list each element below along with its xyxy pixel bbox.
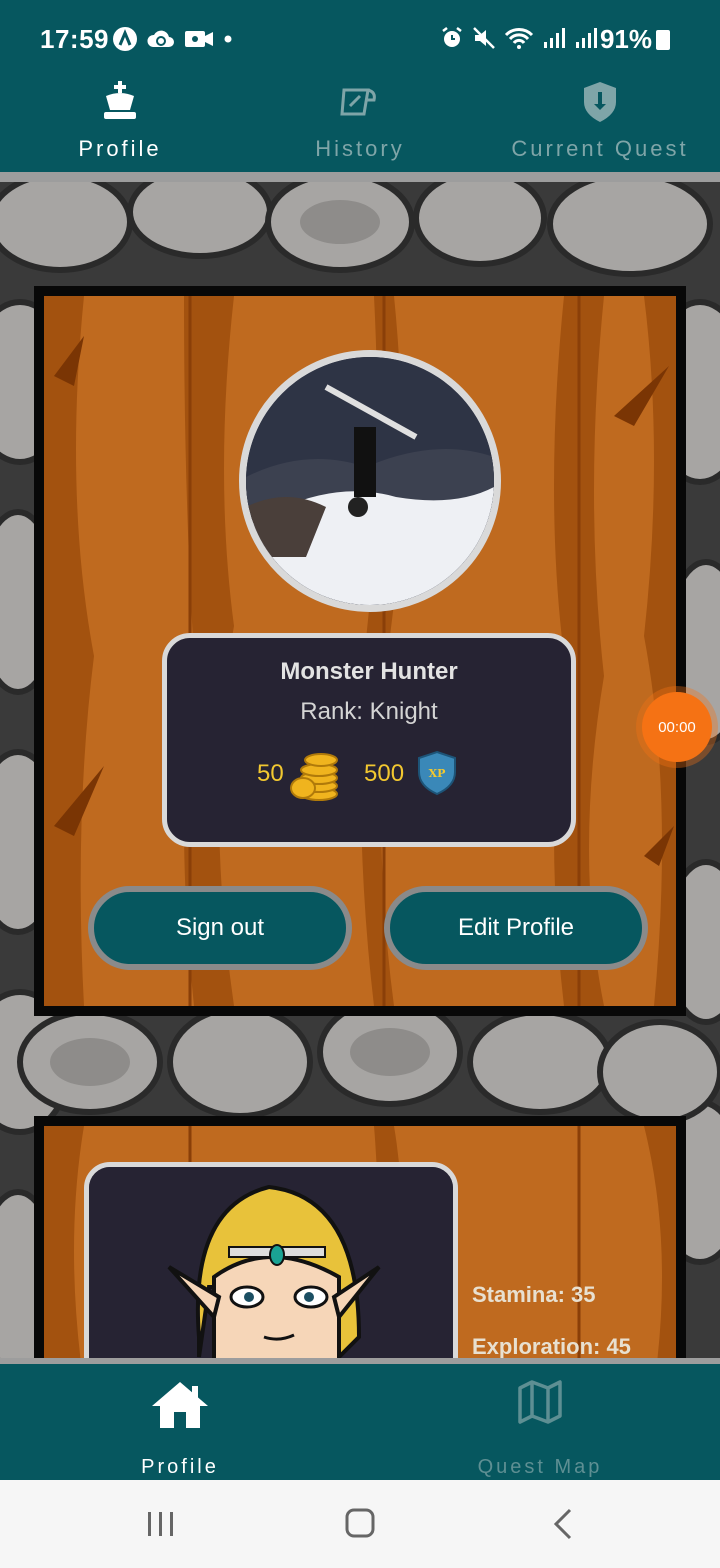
tab-profile-label: Profile [78,136,162,161]
avatar[interactable] [239,350,501,612]
map-icon [518,1380,562,1424]
profile-info-panel: Monster Hunter Rank: Knight 50 500 XP [162,633,576,847]
xp-shield-icon: XP [418,750,456,796]
home-icon [152,1382,208,1428]
video-camera-icon [185,31,213,47]
tab-current-quest-label: Current Quest [511,136,689,161]
coin-count: 50 [257,760,284,787]
chess-king-icon [104,81,136,119]
back-icon[interactable] [534,1502,594,1546]
bottom-nav-profile[interactable]: Profile [0,1364,360,1480]
stat-exploration: Exploration: 45 [472,1334,631,1358]
recent-apps-icon[interactable] [130,1502,190,1546]
app-screen: 17:59 91% Profile History Current Quest … [0,0,720,1568]
notification-dot-icon [224,35,232,43]
battery-percent: 91% [599,24,652,54]
bottom-navigation: Profile Quest Map [0,1358,720,1480]
sign-out-label: Sign out [175,914,265,941]
tab-current-quest[interactable]: Current Quest [480,78,720,172]
system-navigation-bar [0,1480,720,1568]
timer-value: 00:00 [658,718,696,736]
tab-profile[interactable]: Profile [0,78,240,172]
bottom-nav-quest-map[interactable]: Quest Map [360,1364,720,1480]
profile-scroll-area[interactable]: Monster Hunter Rank: Knight 50 500 XP Si… [0,182,720,1358]
cloud-sync-icon [147,30,174,47]
recording-timer-bubble[interactable]: 00:00 [642,692,712,762]
sign-out-button[interactable]: Sign out [88,886,352,970]
character-card: Stamina: 35 Exploration: 45 [34,1116,686,1358]
status-bar: 17:59 91% [0,0,720,78]
wifi-icon [504,28,534,49]
shield-icon [584,82,616,122]
bottom-nav-profile-label: Profile [141,1456,219,1478]
signal-icon [576,28,597,48]
stat-stamina: Stamina: 35 [472,1282,596,1307]
edit-profile-button[interactable]: Edit Profile [384,886,648,970]
xp-count: 500 [364,760,405,787]
alarm-icon [442,27,462,47]
status-left-icons [112,26,234,52]
currency-stats: 50 500 XP [167,746,571,806]
top-app-bar: 17:59 91% Profile History Current Quest [0,0,720,172]
tab-history-label: History [315,136,405,161]
tab-history[interactable]: History [240,78,480,172]
scroll-icon [340,88,376,116]
character-portrait-frame [84,1162,458,1358]
status-right-icons [440,26,598,50]
edit-profile-label: Edit Profile [457,914,575,941]
xp-badge-text: XP [429,767,446,780]
gold-coins-icon [290,753,338,801]
top-bar-divider [0,172,720,182]
profile-rank: Rank: Knight [300,698,438,725]
home-button-icon[interactable] [330,1502,390,1546]
profile-name: Monster Hunter [280,658,458,685]
elf-character-portrait [89,1167,453,1358]
battery-icon [656,30,670,50]
top-tab-bar: Profile History Current Quest [0,78,720,172]
avatar-photo [246,357,494,605]
status-time: 17:59 [40,24,109,54]
signal-icon [544,28,565,48]
profile-card: Monster Hunter Rank: Knight 50 500 XP Si… [34,286,686,1016]
bottom-nav-quest-map-label: Quest Map [477,1456,603,1478]
mute-icon [473,27,495,49]
app-a-icon [113,27,137,51]
